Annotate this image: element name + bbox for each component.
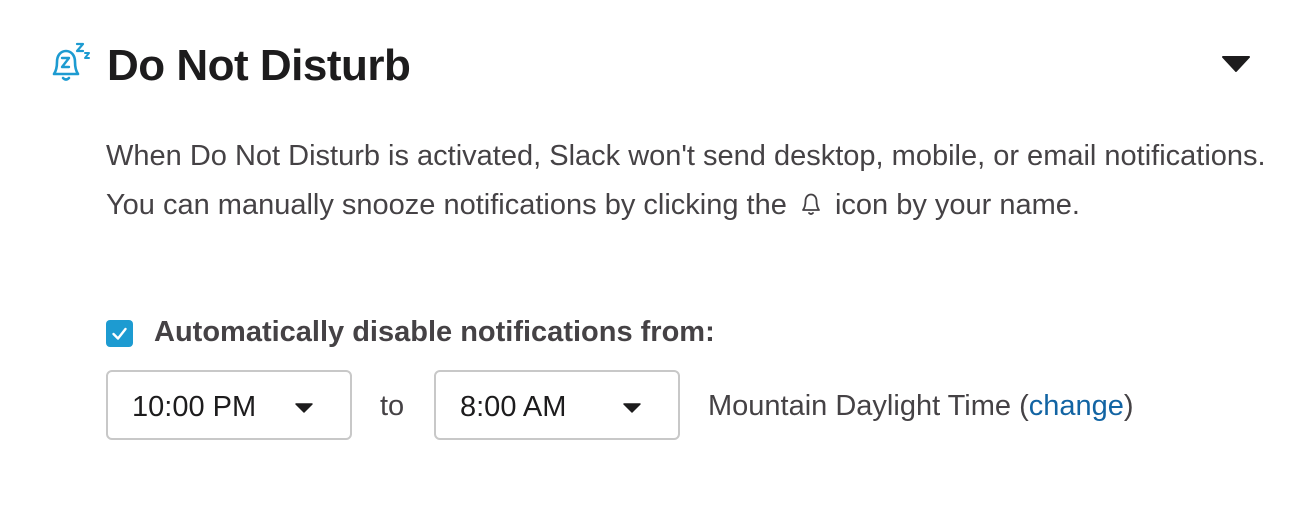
- timezone-close-paren: ): [1123, 390, 1134, 422]
- from-time-select[interactable]: 10:00 PM: [106, 370, 352, 440]
- timezone-name: Mountain Daylight Time: [708, 390, 1012, 422]
- caret-down-icon[interactable]: [1218, 52, 1254, 76]
- from-time-value: 10:00 PM: [132, 391, 257, 423]
- dnd-description: When Do Not Disturb is activated, Slack …: [106, 132, 1276, 229]
- schedule-row: 10:00 PM to 8:00 AM Mountain Daylight Ti…: [106, 370, 1276, 444]
- auto-disable-row: Automatically disable notifications from…: [106, 308, 1006, 352]
- to-time-value: 8:00 AM: [460, 391, 567, 423]
- bell-snooze-icon: [44, 40, 92, 84]
- bell-icon: [797, 184, 825, 215]
- to-time-select[interactable]: 8:00 AM: [434, 370, 680, 440]
- timezone-open-paren: (: [1019, 390, 1029, 422]
- change-timezone-link[interactable]: change: [1029, 390, 1124, 422]
- to-label: to: [380, 390, 405, 422]
- section-header: Do Not Disturb: [44, 38, 1264, 98]
- description-text-1: When Do Not Disturb is activated, Slack …: [106, 140, 1266, 221]
- description-text-2: icon by your name.: [834, 188, 1080, 221]
- auto-disable-checkbox[interactable]: [106, 320, 133, 347]
- chevron-down-icon: [622, 401, 642, 419]
- auto-disable-label[interactable]: Automatically disable notifications from…: [154, 308, 715, 356]
- chevron-down-icon: [294, 401, 314, 419]
- timezone-text: Mountain Daylight Time (change): [708, 370, 1134, 442]
- section-title: Do Not Disturb: [107, 41, 411, 90]
